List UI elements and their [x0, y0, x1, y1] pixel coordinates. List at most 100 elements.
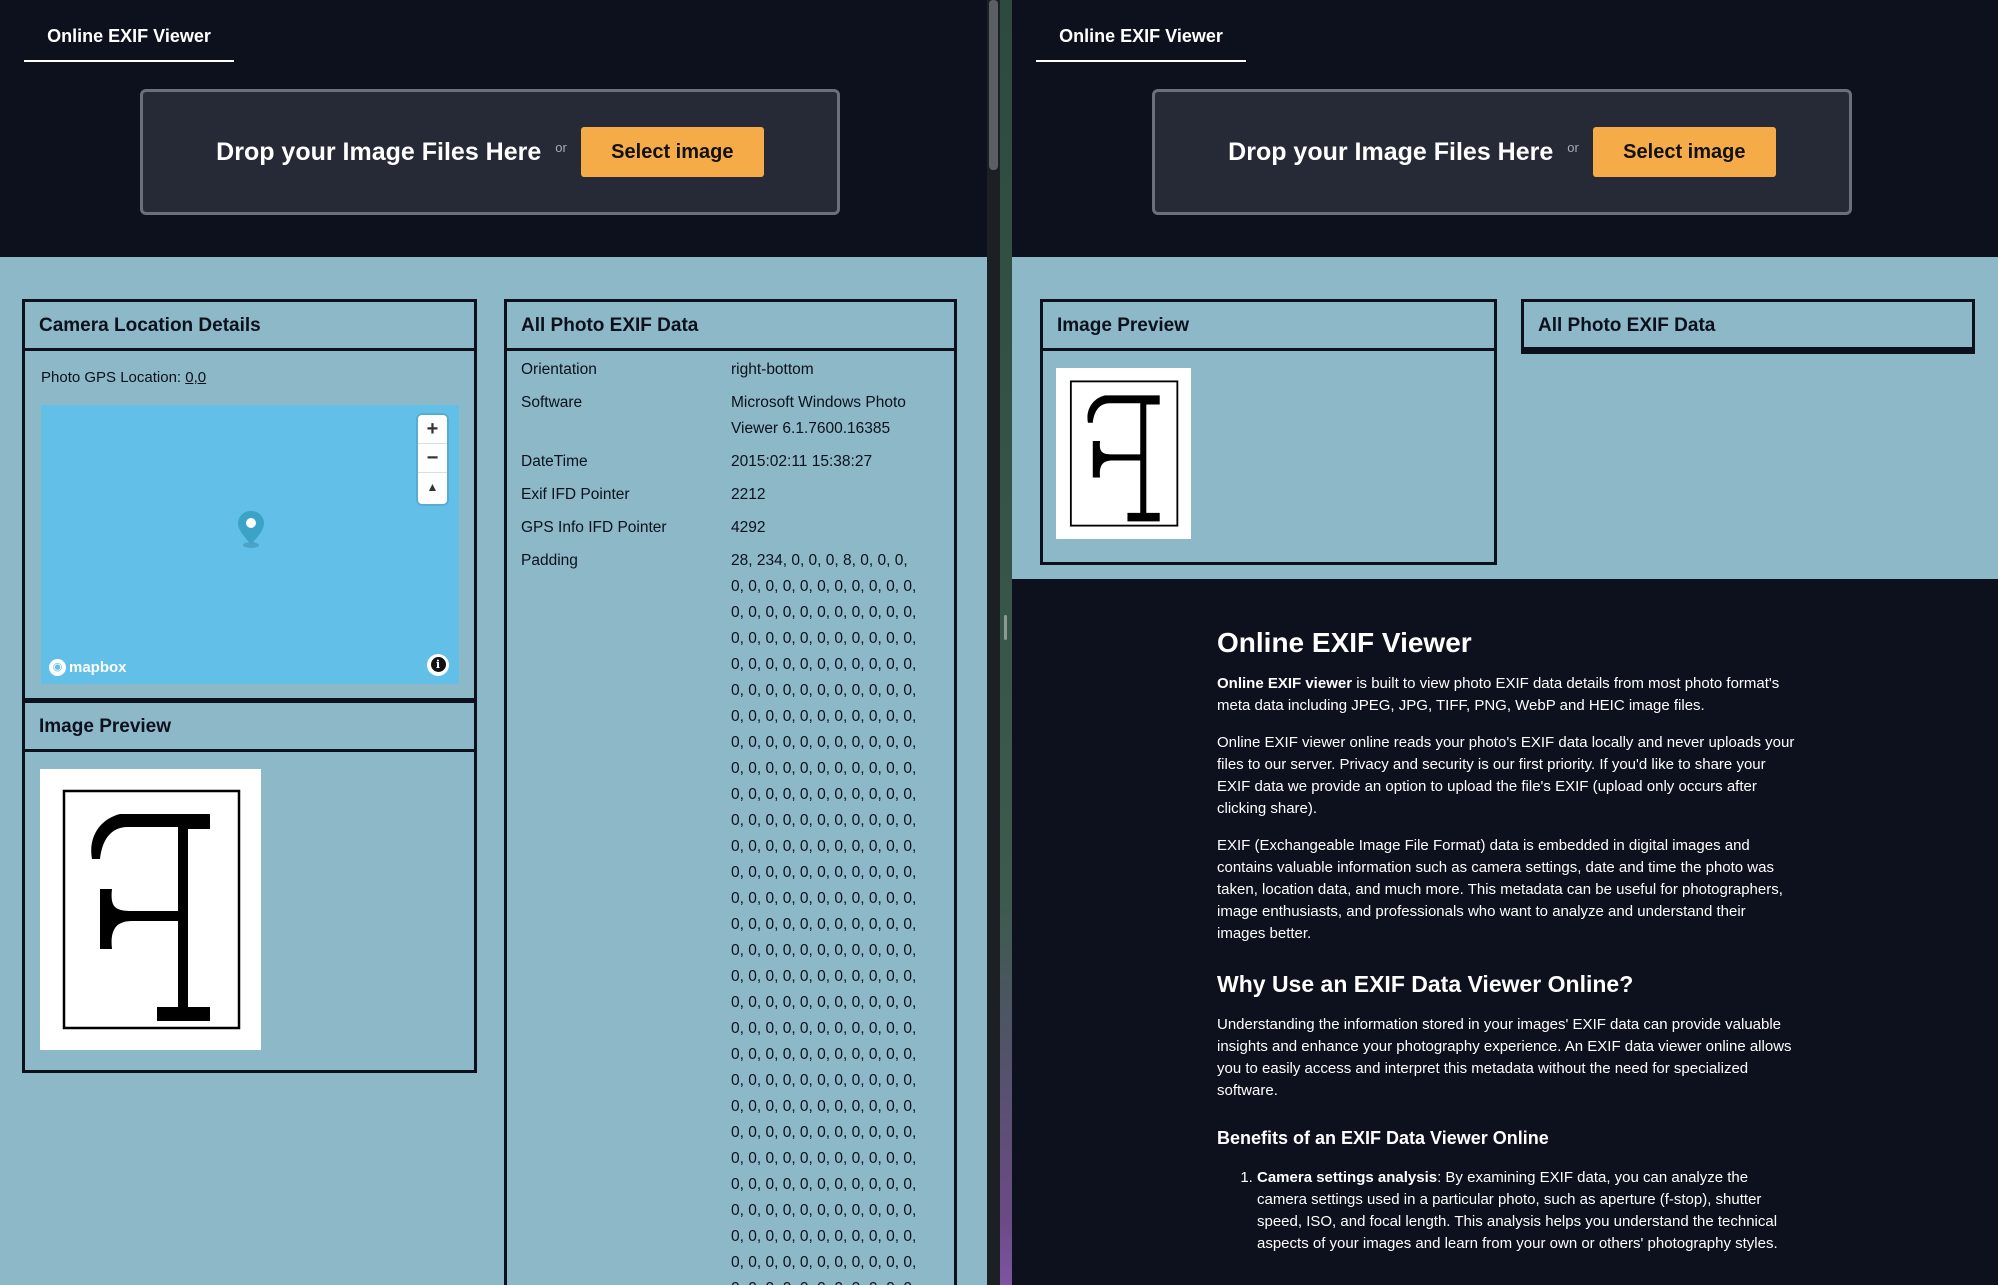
map-pin-icon[interactable]	[237, 510, 265, 548]
exif-padding-line: 0, 0, 0, 0, 0, 0, 0, 0, 0, 0, 0,	[731, 682, 917, 699]
exif-value: 4292	[731, 519, 766, 536]
article-strong: Online EXIF viewer	[1217, 675, 1353, 692]
exif-row-padding: Padding 28, 234, 0, 0, 0, 8, 0, 0, 0, 0, …	[507, 548, 954, 1285]
results-area: Camera Location Details Photo GPS Locati…	[0, 257, 987, 1285]
map-controls: + − ▲	[418, 415, 447, 504]
location-map[interactable]: + − ▲ ◉ mapbox i	[41, 405, 459, 684]
exif-key: Orientation	[521, 361, 597, 378]
preview-image-graphic	[62, 789, 241, 1030]
exif-padding-line: 0, 0, 0, 0, 0, 0, 0, 0, 0, 0, 0,	[731, 1276, 937, 1285]
info-icon: i	[430, 657, 446, 673]
map-info-button[interactable]: i	[427, 654, 449, 676]
article-section: Online EXIF Viewer Online EXIF viewer is…	[1012, 579, 1998, 1285]
drop-text: Drop your Image Files Here	[1228, 137, 1554, 166]
image-dropzone[interactable]: Drop your Image Files Here or Select ima…	[1152, 89, 1852, 215]
image-preview-card: Image Preview	[22, 700, 477, 1073]
split-handle[interactable]	[1000, 0, 1012, 1285]
article-body: Online EXIF Viewer Online EXIF viewer is…	[1217, 627, 1797, 1255]
zoom-out-button[interactable]: −	[418, 444, 447, 473]
exif-padding-line: 0, 0, 0, 0, 0, 0, 0, 0, 0, 0, 0,	[731, 604, 917, 621]
exif-padding-line: 0, 0, 0, 0, 0, 0, 0, 0, 0, 0, 0,	[731, 1098, 917, 1115]
exif-padding-line: 0, 0, 0, 0, 0, 0, 0, 0, 0, 0, 0,	[731, 1046, 917, 1063]
mapbox-logo[interactable]: ◉ mapbox	[49, 659, 127, 676]
gps-location-line: Photo GPS Location: 0,0	[25, 351, 474, 403]
article-paragraph: EXIF (Exchangeable Image File Format) da…	[1217, 837, 1783, 942]
exif-row: GPS Info IFD Pointer 4292	[507, 515, 954, 548]
select-image-button[interactable]: Select image	[1592, 127, 1776, 177]
article-subheading: Why Use an EXIF Data Viewer Online?	[1217, 971, 1634, 997]
exif-row: Software Microsoft Windows Photo Viewer …	[507, 390, 954, 449]
exif-padding-line: 0, 0, 0, 0, 0, 0, 0, 0, 0, 0, 0,	[731, 656, 917, 673]
exif-padding-line: 0, 0, 0, 0, 0, 0, 0, 0, 0, 0, 0,	[731, 1202, 917, 1219]
results-area: Image Preview All Photo EXIF Data Online…	[1012, 257, 1998, 1285]
article-heading: Online EXIF Viewer	[1217, 627, 1472, 658]
exif-row: DateTime 2015:02:11 15:38:27	[507, 449, 954, 482]
exif-padding-line: 0, 0, 0, 0, 0, 0, 0, 0, 0, 0, 0,	[731, 968, 917, 985]
article-section-heading: Benefits of an EXIF Data Viewer Online	[1217, 1128, 1549, 1148]
exif-padding-line: 0, 0, 0, 0, 0, 0, 0, 0, 0, 0, 0,	[731, 838, 917, 855]
article-paragraph: Online EXIF viewer online reads your pho…	[1217, 734, 1795, 817]
exif-padding-line: 0, 0, 0, 0, 0, 0, 0, 0, 0, 0, 0,	[731, 760, 917, 777]
mapbox-logo-text: mapbox	[69, 659, 127, 676]
exif-padding-line: 0, 0, 0, 0, 0, 0, 0, 0, 0, 0, 0,	[731, 1072, 917, 1089]
exif-padding-line: 0, 0, 0, 0, 0, 0, 0, 0, 0, 0, 0,	[731, 1228, 917, 1245]
gps-location-link[interactable]: 0,0	[185, 369, 206, 386]
compass-button[interactable]: ▲	[418, 473, 447, 502]
exif-padding-line: 0, 0, 0, 0, 0, 0, 0, 0, 0, 0, 0,	[731, 942, 917, 959]
app-header: Online EXIF Viewer Drop your Image Files…	[0, 0, 987, 257]
exif-padding-line: 0, 0, 0, 0, 0, 0, 0, 0, 0, 0, 0,	[731, 812, 917, 829]
left-pane-scrollbar[interactable]	[987, 0, 1000, 1285]
exif-data-title: All Photo EXIF Data	[507, 302, 954, 351]
select-image-button[interactable]: Select image	[580, 127, 764, 177]
exif-data-table: Orientation right-bottom Software Micros…	[507, 351, 954, 1285]
image-dropzone[interactable]: Drop your Image Files Here or Select ima…	[140, 89, 840, 215]
or-text: or	[1567, 139, 1579, 155]
split-view-divider[interactable]	[987, 0, 1012, 1285]
gps-location-label: Photo GPS Location:	[41, 369, 182, 386]
exif-padding-line: 0, 0, 0, 0, 0, 0, 0, 0, 0, 0, 0,	[731, 1124, 917, 1141]
exif-padding-line: 0, 0, 0, 0, 0, 0, 0, 0, 0, 0, 0,	[731, 708, 917, 725]
app-tab-exif-viewer[interactable]: Online EXIF Viewer	[24, 22, 234, 62]
exif-padding-line: 0, 0, 0, 0, 0, 0, 0, 0, 0, 0, 0,	[731, 1020, 917, 1037]
left-pane-scroll-thumb[interactable]	[989, 0, 998, 170]
app-tab-exif-viewer[interactable]: Online EXIF Viewer	[1036, 22, 1246, 62]
exif-key: Padding	[521, 552, 578, 569]
exif-padding-line: 0, 0, 0, 0, 0, 0, 0, 0, 0, 0, 0,	[731, 1254, 917, 1271]
exif-value: 2015:02:11 15:38:27	[731, 453, 873, 470]
exif-key: DateTime	[521, 453, 588, 470]
right-browser-pane: Online EXIF Viewer Drop your Image Files…	[1012, 0, 1998, 1285]
article-paragraph: Online EXIF viewer is built to view phot…	[1217, 673, 1797, 717]
exif-value: right-bottom	[731, 361, 814, 378]
exif-padding-value: 28, 234, 0, 0, 0, 8, 0, 0, 0, 0, 0, 0, 0,…	[731, 548, 937, 1285]
list-item-strong: Camera settings analysis	[1257, 1169, 1438, 1186]
exif-padding-line: 0, 0, 0, 0, 0, 0, 0, 0, 0, 0, 0,	[731, 864, 917, 881]
exif-padding-line: 0, 0, 0, 0, 0, 0, 0, 0, 0, 0, 0,	[731, 578, 917, 595]
exif-row: Orientation right-bottom	[507, 357, 954, 390]
image-preview-title: Image Preview	[25, 703, 474, 752]
article-paragraph: Understanding the information stored in …	[1217, 1016, 1792, 1099]
exif-padding-line: 0, 0, 0, 0, 0, 0, 0, 0, 0, 0, 0,	[731, 786, 917, 803]
exif-padding-line: 0, 0, 0, 0, 0, 0, 0, 0, 0, 0, 0,	[731, 994, 917, 1011]
exif-row: Exif IFD Pointer 2212	[507, 482, 954, 515]
image-preview-title: Image Preview	[1043, 302, 1494, 351]
preview-image-graphic	[1069, 380, 1179, 527]
exif-data-card: All Photo EXIF Data	[1521, 299, 1975, 354]
exif-padding-line: 0, 0, 0, 0, 0, 0, 0, 0, 0, 0, 0,	[731, 630, 917, 647]
exif-key: GPS Info IFD Pointer	[521, 519, 667, 536]
zoom-in-button[interactable]: +	[418, 415, 447, 444]
exif-key: Software	[521, 394, 583, 411]
exif-padding-line: 0, 0, 0, 0, 0, 0, 0, 0, 0, 0, 0,	[731, 734, 917, 751]
camera-location-card: Camera Location Details Photo GPS Locati…	[22, 299, 477, 701]
left-browser-pane: Online EXIF Viewer Drop your Image Files…	[0, 0, 987, 1285]
image-preview-thumbnail	[40, 769, 261, 1050]
exif-key: Exif IFD Pointer	[521, 486, 630, 503]
split-grip-icon[interactable]	[1004, 615, 1007, 640]
exif-padding-line: 0, 0, 0, 0, 0, 0, 0, 0, 0, 0, 0,	[731, 1176, 917, 1193]
drop-text: Drop your Image Files Here	[216, 137, 542, 166]
list-item: Camera settings analysis: By examining E…	[1257, 1167, 1797, 1255]
exif-padding-line: 0, 0, 0, 0, 0, 0, 0, 0, 0, 0, 0,	[731, 916, 917, 933]
exif-value: 2212	[731, 486, 766, 503]
mapbox-logo-icon: ◉	[49, 659, 66, 676]
image-preview-card: Image Preview	[1040, 299, 1497, 565]
exif-padding-line: 28, 234, 0, 0, 0, 8, 0, 0, 0,	[731, 552, 908, 569]
